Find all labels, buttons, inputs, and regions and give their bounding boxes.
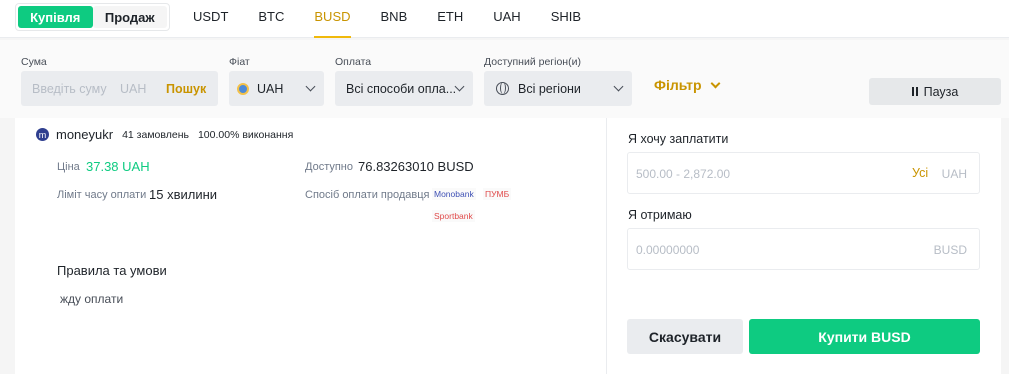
price-value: 37.38 UAH: [86, 159, 150, 174]
buy-sell-toggle: Купівля Продаж: [15, 3, 170, 31]
payment-select[interactable]: Всі способи опла...: [335, 71, 473, 106]
asset-tab-shib[interactable]: SHIB: [536, 0, 596, 38]
amount-input[interactable]: Введіть суму: [32, 82, 120, 96]
sell-tab[interactable]: Продаж: [92, 6, 167, 28]
asset-tab-uah[interactable]: UAH: [478, 0, 535, 38]
pause-icon: [911, 87, 918, 96]
pause-button[interactable]: Пауза: [869, 78, 1001, 105]
merchant-completion: 100.00% виконання: [197, 128, 294, 141]
chevron-down-icon: [613, 81, 624, 92]
chevron-down-icon: [710, 78, 720, 88]
receive-label: Я отримаю: [628, 208, 692, 222]
amount-currency: UAH: [120, 81, 147, 96]
merchant-info: m moneyukr 41 замовлень 100.00% виконанн…: [36, 127, 293, 142]
time-limit-label: Ліміт часу оплати: [57, 189, 147, 201]
payment-tag-monobank: Monobank: [432, 188, 476, 200]
pay-all-button[interactable]: Усі: [912, 166, 928, 180]
pay-amount-field[interactable]: 500.00 - 2,872.00 Усі UAH: [627, 152, 980, 194]
asset-tab-bnb[interactable]: BNB: [366, 0, 423, 38]
terms-body: жду оплати: [60, 292, 124, 306]
pay-currency: UAH: [941, 167, 967, 181]
asset-tabs: USDT BTC BUSD BNB ETH UAH SHIB: [178, 0, 596, 38]
payment-methods-label: Спосіб оплати продавця: [305, 189, 430, 201]
available-label: Доступно: [305, 161, 354, 173]
globe-icon: [496, 82, 509, 95]
fiat-select[interactable]: UAH: [229, 71, 324, 106]
time-limit-value: 15 хвилини: [149, 187, 218, 202]
chevron-down-icon: [305, 81, 316, 92]
terms-title: Правила та умови: [57, 263, 167, 278]
price-label: Ціна: [57, 161, 80, 173]
region-select[interactable]: Всі регіони: [484, 71, 632, 106]
pause-button-label: Пауза: [923, 84, 959, 99]
payment-label: Оплата: [335, 56, 372, 68]
region-label: Доступний регіон(и): [484, 56, 581, 68]
payment-tag-sportbank: Sportbank: [432, 210, 475, 222]
uah-coin-icon: [237, 82, 249, 95]
top-bar: Купівля Продаж USDT BTC BUSD BNB ETH UAH…: [0, 0, 1009, 38]
filter-button-label: Фільтр: [654, 77, 702, 93]
payment-value: Всі способи опла...: [346, 81, 457, 96]
search-button[interactable]: Пошук: [166, 82, 206, 96]
available-value: 76.83263010 BUSD: [358, 159, 474, 174]
receive-currency: BUSD: [933, 243, 967, 257]
buy-tab[interactable]: Купівля: [18, 6, 93, 28]
merchant-name[interactable]: moneyukr: [56, 127, 113, 142]
avatar: m: [36, 128, 49, 141]
receive-amount-input[interactable]: 0.00000000: [636, 243, 699, 257]
cancel-button[interactable]: Скасувати: [627, 319, 743, 354]
filter-button[interactable]: Фільтр: [654, 77, 720, 93]
asset-tab-busd[interactable]: BUSD: [299, 0, 365, 38]
panel-divider: [606, 118, 607, 374]
pay-label: Я хочу заплатити: [628, 132, 729, 146]
region-value: Всі регіони: [518, 81, 581, 96]
asset-tab-eth[interactable]: ETH: [422, 0, 478, 38]
fiat-label: Фіат: [229, 56, 250, 68]
asset-tab-usdt[interactable]: USDT: [178, 0, 243, 38]
asset-tab-btc[interactable]: BTC: [243, 0, 299, 38]
filter-bar: Сума Введіть суму UAH Пошук Фіат UAH Опл…: [0, 40, 1009, 118]
amount-field[interactable]: Введіть суму UAH Пошук: [21, 71, 218, 106]
pay-amount-input[interactable]: 500.00 - 2,872.00: [636, 167, 730, 181]
fiat-value: UAH: [257, 81, 284, 96]
payment-tag-pumb: ПУМБ: [483, 188, 512, 200]
merchant-orders: 41 замовлень: [122, 128, 189, 141]
buy-busd-button[interactable]: Купити BUSD: [749, 319, 980, 354]
receive-amount-field[interactable]: 0.00000000 BUSD: [627, 228, 980, 270]
amount-label: Сума: [21, 56, 47, 68]
